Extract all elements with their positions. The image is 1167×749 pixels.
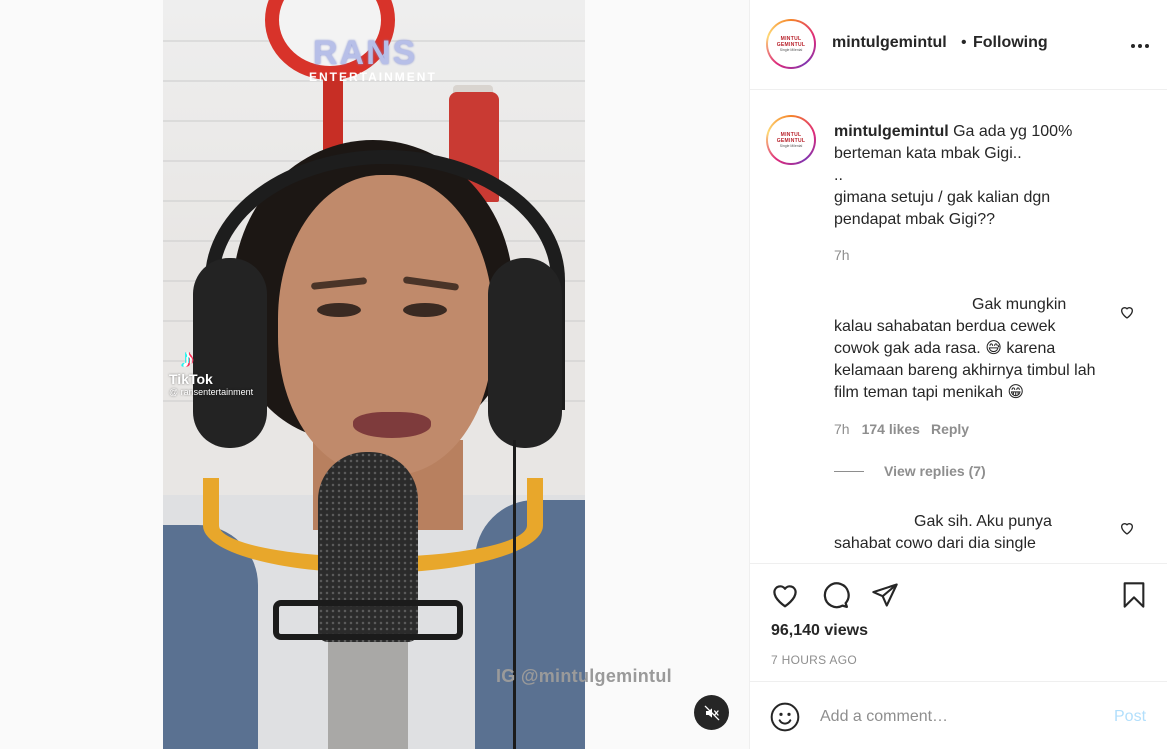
comment-button[interactable] xyxy=(818,578,852,612)
share-button[interactable] xyxy=(868,578,902,612)
tiktok-icon: ♪ xyxy=(181,343,194,373)
save-button[interactable] xyxy=(1117,578,1151,612)
post-header: MINTUL GEMINTUL Single Milenial mintulge… xyxy=(750,0,1167,90)
comment-like-heart-icon[interactable] xyxy=(1119,520,1135,541)
reply-button[interactable]: Reply xyxy=(931,421,969,437)
following-button[interactable]: Following xyxy=(973,34,1048,52)
paper-plane-icon xyxy=(872,583,898,607)
comment-likes[interactable]: 174 likes xyxy=(862,421,920,437)
comments-section[interactable]: MINTUL GEMINTUL Single Milenial mintulge… xyxy=(750,91,1167,563)
mic-shock-mount xyxy=(273,600,463,640)
author-avatar[interactable]: MINTUL GEMINTUL Single Milenial xyxy=(766,19,816,69)
post-media: RANS ENTERTAINMENT ♪ TikTok @ ransentert… xyxy=(0,0,749,749)
smiley-icon xyxy=(770,702,800,732)
caption-text: mintulgemintul Ga ada yg 100% berteman k… xyxy=(834,123,1073,228)
more-options-icon[interactable] xyxy=(1126,36,1154,56)
mute-toggle-button[interactable] xyxy=(694,695,729,730)
like-button[interactable] xyxy=(768,578,802,612)
rans-logo: RANS xyxy=(313,34,418,72)
author-username[interactable]: mintulgemintul xyxy=(832,34,947,52)
add-comment-input[interactable] xyxy=(820,704,1100,730)
separator-dot: • xyxy=(961,34,967,51)
comment-timestamp[interactable]: 7h xyxy=(834,421,850,437)
video-player[interactable]: RANS ENTERTAINMENT ♪ TikTok @ ransentert… xyxy=(163,0,585,749)
post-comment-button[interactable]: Post xyxy=(1114,708,1146,726)
caption-avatar[interactable]: MINTUL GEMINTUL Single Milenial xyxy=(766,115,816,165)
instagram-watermark: IG @mintulgemintul xyxy=(496,666,672,686)
bookmark-icon xyxy=(1123,582,1145,608)
heart-icon xyxy=(773,585,797,608)
view-replies-button[interactable]: View replies (7) xyxy=(834,463,986,479)
add-comment-bar: Post xyxy=(750,681,1167,749)
caption-username[interactable]: mintulgemintul xyxy=(834,123,949,140)
comment-text: Gak sih. Aku punya sahabat cowo dari dia… xyxy=(834,513,1052,552)
tiktok-watermark: ♪ TikTok @ ransentertainment xyxy=(169,343,254,397)
comment-bubble-icon xyxy=(823,582,850,609)
post-timestamp[interactable]: 7 HOURS AGO xyxy=(771,653,857,667)
comment-meta: 7h 174 likes Reply xyxy=(834,421,969,437)
emoji-picker-button[interactable] xyxy=(769,701,801,733)
rans-logo-subtitle: ENTERTAINMENT xyxy=(309,70,437,84)
post-details-panel: MINTUL GEMINTUL Single Milenial mintulge… xyxy=(749,0,1167,749)
view-count[interactable]: 96,140 views xyxy=(771,622,868,640)
singer-mouth xyxy=(353,412,431,438)
post-actions: 96,140 views 7 HOURS AGO xyxy=(750,563,1167,681)
comment-text: Gak mungkin kalau sahabatan berdua cewek… xyxy=(834,296,1096,401)
speaker-muted-icon xyxy=(704,705,719,720)
comment-like-heart-icon[interactable] xyxy=(1119,304,1135,325)
caption-timestamp[interactable]: 7h xyxy=(834,247,850,263)
